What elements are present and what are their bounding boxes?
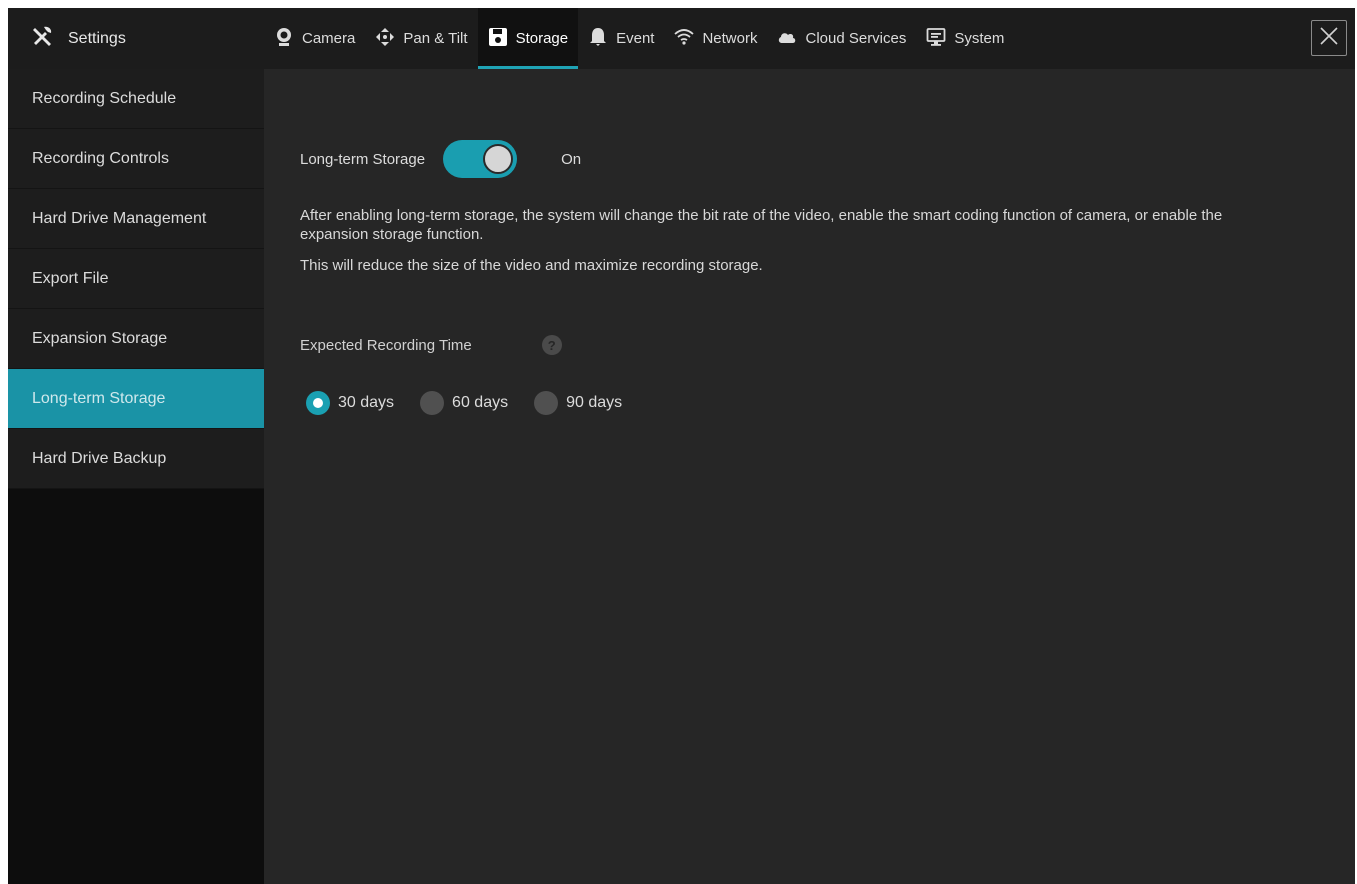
settings-window: Settings Camera Pan & Tilt Storage Event… bbox=[8, 8, 1355, 884]
tab-label: System bbox=[954, 30, 1005, 47]
sidebar-item-export-file[interactable]: Export File bbox=[8, 249, 264, 309]
sidebar-item-expansion-storage[interactable]: Expansion Storage bbox=[8, 309, 264, 369]
tab-storage[interactable]: Storage bbox=[477, 8, 579, 69]
radio-30-days[interactable]: 30 days bbox=[306, 391, 394, 415]
radio-90-days[interactable]: 90 days bbox=[534, 391, 622, 415]
radio-dot bbox=[306, 391, 330, 415]
sidebar-item-long-term-storage[interactable]: Long-term Storage bbox=[8, 369, 264, 429]
tab-event[interactable]: Event bbox=[578, 8, 664, 69]
camera-icon bbox=[274, 27, 294, 51]
content-panel: Long-term Storage On After enabling long… bbox=[264, 69, 1355, 884]
help-icon[interactable]: ? bbox=[541, 335, 562, 355]
description-text: After enabling long-term storage, the sy… bbox=[300, 207, 1223, 243]
floppy-icon bbox=[488, 27, 508, 51]
monitor-icon bbox=[926, 27, 946, 51]
expected-recording-time-row: Expected Recording Time ? bbox=[300, 335, 562, 355]
main-tabs: Camera Pan & Tilt Storage Event Network … bbox=[264, 8, 1014, 69]
tab-label: Camera bbox=[302, 30, 356, 47]
sidebar-item-hard-drive-backup[interactable]: Hard Drive Backup bbox=[8, 429, 264, 489]
radio-dot bbox=[534, 391, 559, 415]
tab-label: Storage bbox=[515, 30, 569, 47]
tools-icon bbox=[30, 23, 56, 54]
tab-network[interactable]: Network bbox=[664, 8, 767, 69]
recording-time-options: 30 days 60 days 90 days bbox=[306, 391, 622, 415]
sidebar-item-hard-drive-management[interactable]: Hard Drive Management bbox=[8, 189, 264, 249]
tab-label: Event bbox=[616, 30, 655, 47]
settings-title: Settings bbox=[8, 8, 264, 69]
tab-camera[interactable]: Camera bbox=[264, 8, 365, 69]
wifi-icon bbox=[674, 27, 695, 51]
long-term-storage-row: Long-term Storage On bbox=[300, 140, 581, 178]
toggle-knob bbox=[483, 144, 514, 174]
close-icon bbox=[1318, 25, 1340, 52]
cloud-icon bbox=[777, 27, 797, 51]
tab-label: Pan & Tilt bbox=[403, 30, 468, 47]
sidebar: Recording Schedule Recording Controls Ha… bbox=[8, 69, 264, 884]
sidebar-item-recording-schedule[interactable]: Recording Schedule bbox=[8, 69, 264, 129]
expected-recording-time-label: Expected Recording Time bbox=[300, 336, 472, 354]
pan-tilt-icon bbox=[375, 27, 395, 51]
tab-pan-tilt[interactable]: Pan & Tilt bbox=[365, 8, 477, 69]
close-button[interactable] bbox=[1311, 20, 1347, 56]
tab-cloud-services[interactable]: Cloud Services bbox=[767, 8, 916, 69]
top-nav-bar: Settings Camera Pan & Tilt Storage Event… bbox=[8, 8, 1355, 69]
tab-label: Cloud Services bbox=[805, 30, 907, 47]
long-term-storage-label: Long-term Storage bbox=[300, 150, 426, 168]
tab-label: Network bbox=[702, 30, 758, 47]
radio-label: 60 days bbox=[452, 394, 509, 411]
bell-icon bbox=[588, 27, 608, 51]
tab-system[interactable]: System bbox=[916, 8, 1014, 69]
radio-label: 30 days bbox=[338, 394, 395, 411]
settings-label: Settings bbox=[68, 29, 126, 47]
toggle-state-text: On bbox=[561, 150, 582, 168]
radio-dot bbox=[420, 391, 445, 415]
description-text-2: This will reduce the size of the video a… bbox=[300, 257, 763, 274]
sidebar-item-recording-controls[interactable]: Recording Controls bbox=[8, 129, 264, 189]
radio-label: 90 days bbox=[566, 394, 623, 411]
long-term-storage-toggle[interactable] bbox=[443, 140, 518, 178]
radio-60-days[interactable]: 60 days bbox=[420, 391, 508, 415]
